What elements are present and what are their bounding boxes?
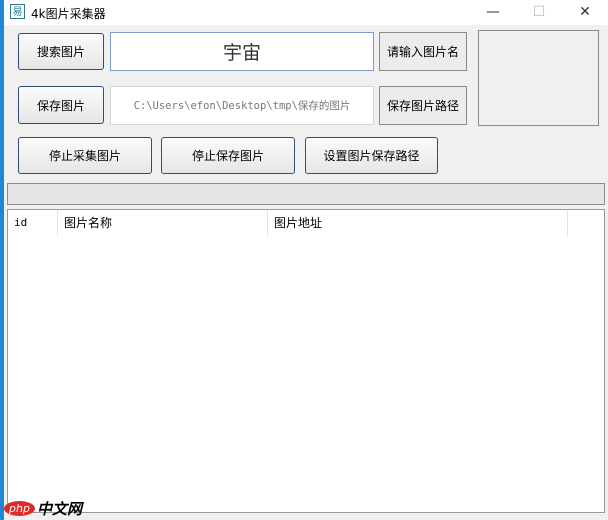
stop-save-button[interactable]: 停止保存图片 bbox=[161, 137, 295, 174]
watermark-logo: php bbox=[4, 501, 35, 516]
title-bar: 易 4k图片采集器 — ☐ ✕ bbox=[4, 0, 608, 25]
save-path-input[interactable]: C:\Users\efon\Desktop\tmp\保存的图片 bbox=[110, 86, 374, 125]
minimize-button[interactable]: — bbox=[470, 0, 516, 25]
save-images-button[interactable]: 保存图片 bbox=[18, 86, 104, 124]
stop-collect-button[interactable]: 停止采集图片 bbox=[18, 137, 152, 174]
window-edge bbox=[0, 0, 4, 520]
watermark-text: 中文网 bbox=[36, 500, 82, 518]
image-preview bbox=[478, 30, 599, 126]
set-save-path-button[interactable]: 设置图片保存路径 bbox=[305, 137, 438, 174]
search-images-button[interactable]: 搜索图片 bbox=[18, 33, 104, 70]
window-title: 4k图片采集器 bbox=[31, 7, 106, 21]
maximize-button[interactable]: ☐ bbox=[516, 0, 562, 25]
keyword-label: 请输入图片名 bbox=[379, 32, 467, 71]
column-header-url[interactable]: 图片地址 bbox=[268, 210, 568, 236]
column-header-name[interactable]: 图片名称 bbox=[58, 210, 268, 236]
watermark: php 中文网 bbox=[4, 498, 82, 519]
column-header-id[interactable]: id bbox=[8, 210, 58, 236]
save-path-label: 保存图片路径 bbox=[379, 86, 467, 125]
close-button[interactable]: ✕ bbox=[562, 0, 608, 25]
progress-bar bbox=[7, 183, 605, 205]
app-icon: 易 bbox=[10, 4, 25, 19]
results-table: id 图片名称 图片地址 bbox=[7, 209, 605, 513]
keyword-input[interactable]: 宇宙 bbox=[110, 32, 374, 71]
